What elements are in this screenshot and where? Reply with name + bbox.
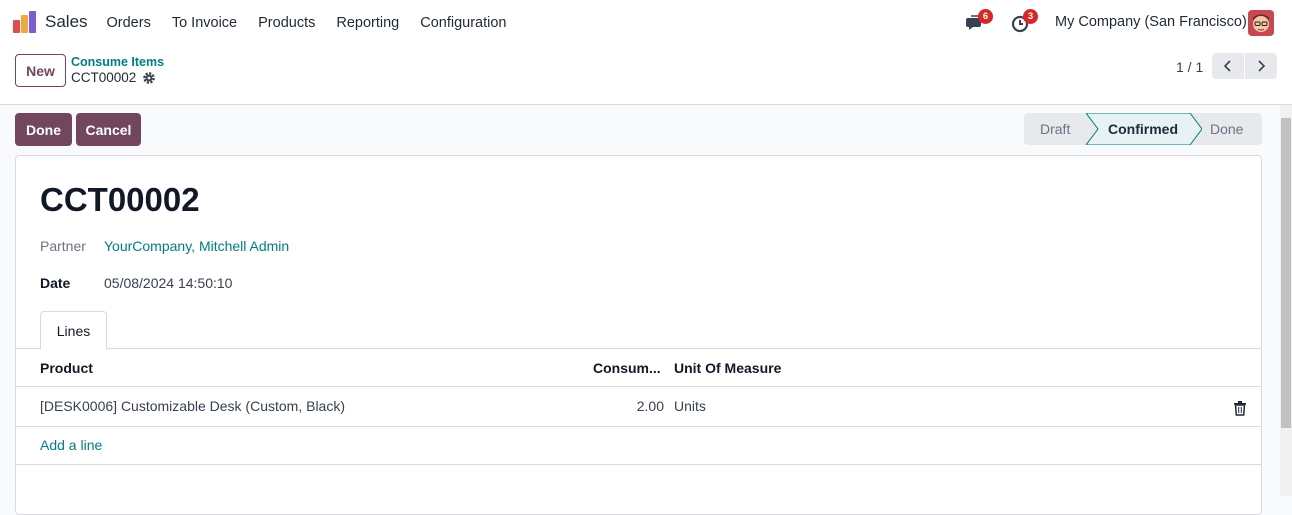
control-panel: New Consume Items CCT00002 1 / 1 (0, 46, 1292, 105)
column-consumed[interactable]: Consum... (593, 360, 661, 376)
activities-button[interactable]: 3 (1010, 9, 1038, 33)
done-button[interactable]: Done (15, 113, 72, 146)
avatar-icon (1248, 10, 1274, 36)
column-product[interactable]: Product (40, 360, 93, 376)
trash-icon[interactable] (1233, 400, 1247, 416)
chevron-left-icon (1223, 60, 1231, 72)
status-done[interactable]: Done (1210, 121, 1243, 137)
row-product[interactable]: [DESK0006] Customizable Desk (Custom, Bl… (40, 398, 345, 414)
partner-label: Partner (40, 238, 86, 254)
date-field[interactable]: 05/08/2024 14:50:10 (104, 275, 232, 291)
pager-next-button[interactable] (1245, 53, 1277, 79)
cancel-button[interactable]: Cancel (76, 113, 141, 146)
table-row[interactable]: [DESK0006] Customizable Desk (Custom, Bl… (16, 387, 1261, 427)
status-confirmed[interactable]: Confirmed (1108, 121, 1178, 137)
pager-previous-button[interactable] (1212, 53, 1244, 79)
user-avatar[interactable] (1248, 10, 1274, 36)
row-consumed[interactable]: 2.00 (596, 398, 664, 414)
add-line-link[interactable]: Add a line (40, 437, 102, 453)
form-sheet: CCT00002 Partner YourCompany, Mitchell A… (15, 155, 1262, 515)
activities-badge: 3 (1023, 9, 1038, 24)
new-button[interactable]: New (15, 54, 66, 87)
main-menu: Orders To Invoice Products Reporting Con… (96, 0, 517, 46)
column-unit-of-measure[interactable]: Unit Of Measure (674, 360, 781, 376)
company-switcher[interactable]: My Company (San Francisco) (1055, 14, 1247, 30)
app-name[interactable]: Sales (45, 12, 88, 32)
menu-to-invoice[interactable]: To Invoice (161, 15, 247, 31)
pager-value[interactable]: 1 / 1 (1176, 59, 1203, 75)
top-navbar: Sales Orders To Invoice Products Reporti… (0, 0, 1292, 46)
menu-products[interactable]: Products (248, 15, 326, 31)
gear-icon[interactable] (142, 71, 156, 85)
menu-reporting[interactable]: Reporting (326, 15, 410, 31)
record-title: CCT00002 (40, 181, 200, 218)
tab-lines[interactable]: Lines (40, 311, 107, 350)
row-uom[interactable]: Units (674, 398, 706, 414)
chevron-right-icon (1258, 60, 1266, 72)
menu-orders[interactable]: Orders (96, 15, 161, 31)
lines-table: Product Consum... Unit Of Measure [DESK0… (16, 349, 1261, 465)
breadcrumb-consume-items[interactable]: Consume Items (71, 55, 164, 69)
breadcrumb-current: CCT00002 (71, 70, 137, 85)
partner-field[interactable]: YourCompany, Mitchell Admin (104, 238, 289, 254)
messages-badge: 6 (978, 9, 993, 24)
statusbar: Draft Confirmed Done (1024, 113, 1262, 145)
date-label: Date (40, 275, 71, 291)
table-header: Product Consum... Unit Of Measure (16, 349, 1261, 387)
form-statusbar-row: Done Cancel Draft Confirmed Done (0, 105, 1280, 155)
menu-configuration[interactable]: Configuration (410, 15, 517, 31)
sales-app-icon[interactable] (13, 11, 37, 33)
add-line-row: Add a line (16, 427, 1261, 465)
messages-button[interactable]: 6 (965, 9, 993, 33)
status-draft[interactable]: Draft (1040, 121, 1070, 137)
scrollbar-thumb[interactable] (1281, 118, 1291, 428)
